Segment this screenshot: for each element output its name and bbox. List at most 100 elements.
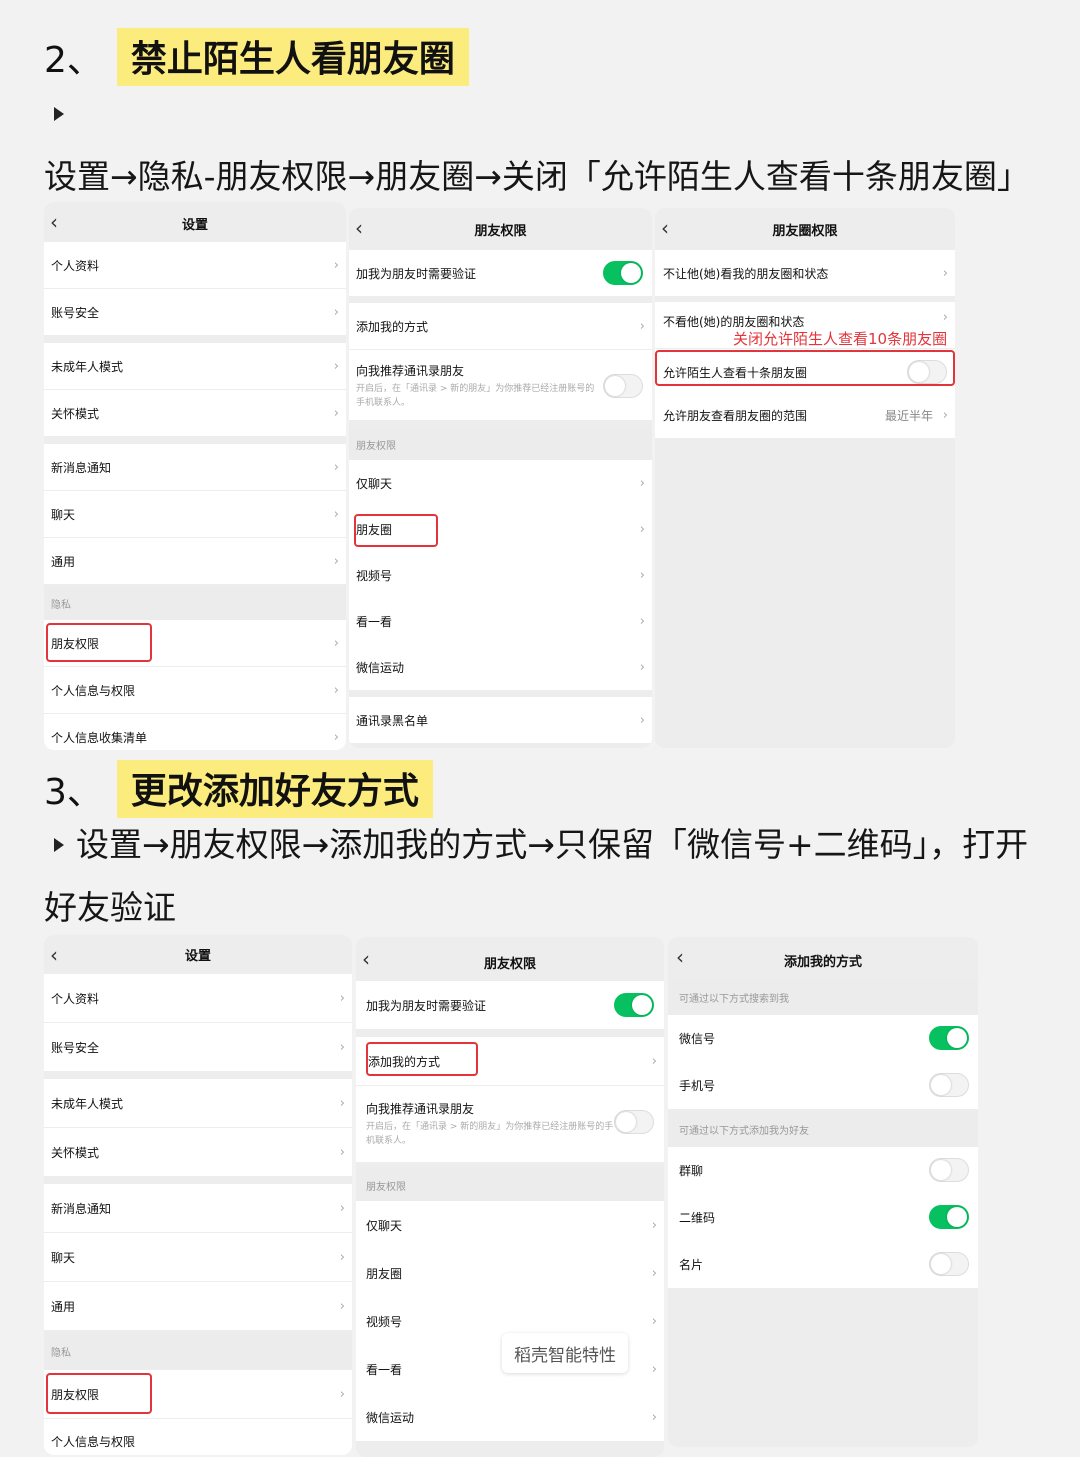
search-methods-header: 可通过以下方式搜索到我 (668, 979, 978, 1015)
perm-item-channels[interactable]: 视频号 › (349, 552, 652, 598)
settings-item-personal-info[interactable]: 个人信息与权限 (44, 1419, 352, 1455)
chevron-right-icon: › (333, 257, 339, 273)
settings-item-profile[interactable]: 个人资料 › (44, 974, 352, 1022)
recommend-toggle[interactable] (614, 1110, 654, 1134)
chevron-right-icon: › (639, 521, 645, 537)
friend-perm-title: 朋友权限 (483, 957, 536, 972)
perm-item-moments[interactable]: 朋友圈 › (356, 1249, 664, 1297)
settings-header: ‹ 设置 (44, 935, 352, 975)
recommend-contacts-row[interactable]: 向我推荐通讯录朋友 开启后，在「通讯录 > 新的朋友」为你推荐已经注册账号的手机… (356, 1086, 664, 1162)
chevron-right-icon: › (942, 265, 948, 281)
verify-toggle[interactable] (614, 993, 654, 1017)
method-qr-code[interactable]: 二维码 (668, 1194, 978, 1241)
moments-perm-header: ‹ 朋友圈权限 (655, 208, 955, 248)
settings-item-teen-mode[interactable]: 未成年人模式 › (44, 1079, 352, 1127)
visible-range-row[interactable]: 允许朋友查看朋友圈的范围 最近半年 › (655, 392, 955, 438)
settings-title: 设置 (181, 218, 208, 233)
perm-item-top-stories[interactable]: 看一看 › (349, 598, 652, 644)
settings-header: ‹ 设置 (44, 202, 346, 242)
chevron-right-icon: › (942, 407, 948, 423)
phone-toggle[interactable] (929, 1073, 969, 1097)
settings-item-personal-info[interactable]: 个人信息与权限 › (44, 667, 346, 713)
section2-title: 禁止陌生人看朋友圈 (116, 28, 469, 86)
chevron-right-icon: › (339, 990, 345, 1006)
moments-perm-title: 朋友圈权限 (772, 224, 838, 239)
perm-item-chat-only[interactable]: 仅聊天 › (356, 1201, 664, 1249)
annotation-close-strangers: 关闭允许陌生人查看10条朋友圈 (733, 330, 948, 348)
friend-perm-panel-bottom: ‹ 朋友权限 加我为朋友时需要验证 添加我的方式 › 向我推荐通讯录朋友 开启后，… (356, 937, 664, 1457)
verify-row[interactable]: 加我为朋友时需要验证 (356, 981, 664, 1029)
method-phone[interactable]: 手机号 (668, 1062, 978, 1109)
chevron-right-icon: › (339, 1200, 345, 1216)
friend-perm-header: ‹ 朋友权限 (349, 208, 652, 248)
friend-perm-panel-top: ‹ 朋友权限 加我为朋友时需要验证 添加我的方式 › 向我推荐通讯录朋友 开启后，… (349, 208, 652, 748)
add-methods-title: 添加我的方式 (783, 955, 862, 970)
perm-item-werun[interactable]: 微信运动 › (356, 1393, 664, 1441)
settings-item-general[interactable]: 通用 › (44, 538, 346, 584)
add-ways-header: 可通过以下方式添加我为好友 (668, 1111, 978, 1147)
section3-desc-text: 设置→朋友权限→添加我的方式→只保留「微信号+二维码」，打开好友验证 (44, 825, 1029, 927)
chevron-right-icon: › (333, 459, 339, 475)
method-name-card[interactable]: 名片 (668, 1241, 978, 1288)
settings-item-profile[interactable]: 个人资料 › (44, 242, 346, 288)
perm-item-werun[interactable]: 微信运动 › (349, 644, 652, 690)
recommend-toggle[interactable] (603, 374, 643, 398)
add-methods-header: ‹ 添加我的方式 (668, 937, 978, 977)
friend-perm-title: 朋友权限 (474, 224, 527, 239)
perm-item-chat-only[interactable]: 仅聊天 › (349, 460, 652, 506)
highlight-box-friend-permissions (46, 623, 152, 662)
section3-heading: 3、 更改添加好友方式 (44, 760, 433, 818)
chevron-right-icon: › (333, 405, 339, 421)
settings-title: 设置 (184, 949, 211, 964)
settings-panel-bottom: ‹ 设置 个人资料 › 账号安全 › 未成年人模式 › 关怀模式 › 新消息通知 › 聊天… (44, 935, 352, 1455)
chevron-right-icon: › (651, 1217, 657, 1233)
settings-item-care-mode[interactable]: 关怀模式 › (44, 1128, 352, 1176)
visible-range-value: 最近半年 (884, 408, 933, 423)
settings-item-chat[interactable]: 聊天 › (44, 491, 346, 537)
group-chat-toggle[interactable] (929, 1158, 969, 1182)
recommend-contacts-row[interactable]: 向我推荐通讯录朋友 开启后，在「通讯录 > 新的朋友」为你推荐已经注册账号的手机… (349, 350, 652, 420)
settings-item-notifications[interactable]: 新消息通知 › (44, 444, 346, 490)
chevron-right-icon: › (651, 1313, 657, 1329)
add-methods-row[interactable]: 添加我的方式 › (349, 303, 652, 349)
settings-item-general[interactable]: 通用 › (44, 1282, 352, 1330)
recommend-subtext: 开启后，在「通讯录 > 新的朋友」为你推荐已经注册账号的手机联系人。 (356, 384, 595, 408)
chevron-right-icon: › (339, 1249, 345, 1265)
section2-description: 设置→隐私-朋友权限→朋友圈→关闭「允许陌生人查看十条朋友圈」 (44, 82, 1054, 208)
qr-code-toggle[interactable] (929, 1205, 969, 1229)
privacy-section-header: 隐私 (44, 586, 346, 620)
section2-number: 2、 (44, 40, 103, 81)
chevron-right-icon: › (339, 1386, 345, 1402)
verify-toggle[interactable] (603, 261, 643, 285)
watermark-badge: 稻壳智能特性 (502, 1333, 628, 1373)
method-wechat-id[interactable]: 微信号 (668, 1015, 978, 1062)
bullet-triangle-icon (54, 837, 64, 852)
chevron-right-icon: › (339, 1298, 345, 1314)
chevron-right-icon: › (333, 635, 339, 651)
hide-my-moments-row[interactable]: 不让他(她)看我的朋友圈和状态 › (655, 250, 955, 296)
highlight-box-add-methods (366, 1042, 478, 1076)
settings-item-account-security[interactable]: 账号安全 › (44, 289, 346, 335)
chevron-right-icon: › (333, 506, 339, 522)
settings-item-teen-mode[interactable]: 未成年人模式 › (44, 343, 346, 389)
wechat-id-toggle[interactable] (929, 1026, 969, 1050)
settings-item-care-mode[interactable]: 关怀模式 › (44, 390, 346, 436)
verify-row[interactable]: 加我为朋友时需要验证 (349, 250, 652, 296)
highlight-box-friend-permissions (46, 1373, 152, 1414)
settings-item-notifications[interactable]: 新消息通知 › (44, 1184, 352, 1232)
method-group-chat[interactable]: 群聊 (668, 1147, 978, 1194)
highlight-box-allow-strangers (655, 350, 955, 386)
chevron-right-icon: › (651, 1361, 657, 1377)
settings-item-account-security[interactable]: 账号安全 › (44, 1023, 352, 1071)
chevron-right-icon: › (339, 1039, 345, 1055)
settings-item-chat[interactable]: 聊天 › (44, 1233, 352, 1281)
name-card-toggle[interactable] (929, 1252, 969, 1276)
friend-perm-section-header: 朋友权限 (349, 428, 652, 460)
recommend-subtext: 开启后，在「通讯录 > 新的朋友」为你推荐已经注册账号的手机联系人。 (366, 1122, 614, 1146)
settings-item-info-collection[interactable]: 个人信息收集清单 › (44, 714, 346, 750)
chevron-right-icon: › (639, 659, 645, 675)
chevron-right-icon: › (651, 1409, 657, 1425)
highlight-box-moments (354, 514, 438, 547)
chevron-right-icon: › (639, 318, 645, 334)
blacklist-row[interactable]: 通讯录黑名单 › (349, 697, 652, 743)
